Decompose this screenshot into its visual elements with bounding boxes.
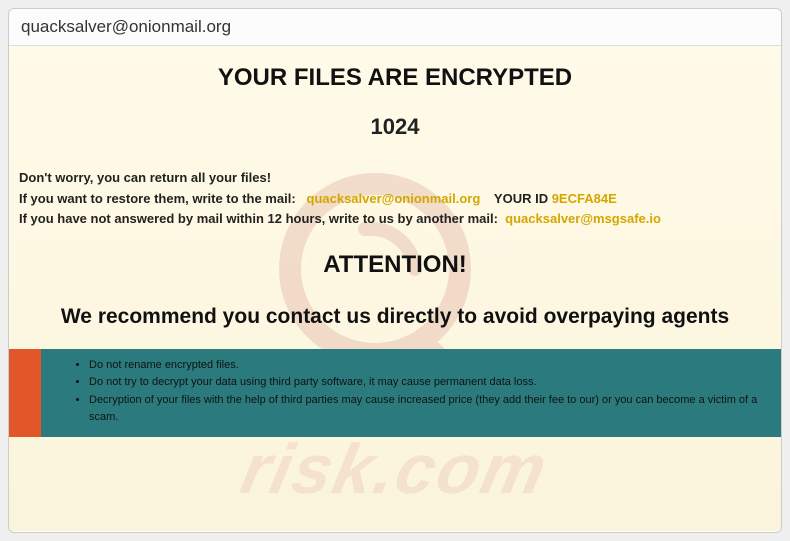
info-line-2: If you want to restore them, write to th… <box>19 189 771 209</box>
line3-prefix: If you have not answered by mail within … <box>19 211 498 226</box>
watermark-text: risk.com <box>235 429 556 509</box>
content-area: risk.com YOUR FILES ARE ENCRYPTED 1024 D… <box>9 46 781 531</box>
list-item: Do not try to decrypt your data using th… <box>89 374 761 392</box>
info-line-3: If you have not answered by mail within … <box>19 209 771 229</box>
notice-list: Do not rename encrypted files. Do not tr… <box>71 357 761 427</box>
info-line-1: Don't worry, you can return all your fil… <box>19 168 771 188</box>
your-id-label: YOUR ID <box>494 191 548 206</box>
application-window: quacksalver@onionmail.org risk.com YOUR … <box>8 8 782 533</box>
heading-attention: ATTENTION! <box>9 251 781 279</box>
primary-email: quacksalver@onionmail.org <box>307 191 481 206</box>
heading-number: 1024 <box>9 114 781 140</box>
heading-recommend: We recommend you contact us directly to … <box>9 305 781 329</box>
list-item: Do not rename encrypted files. <box>89 357 761 375</box>
notice-list-container: Do not rename encrypted files. Do not tr… <box>41 349 781 437</box>
notice-accent-bar <box>9 349 41 437</box>
inner-content: YOUR FILES ARE ENCRYPTED 1024 Don't worr… <box>9 64 781 437</box>
notice-block: Do not rename encrypted files. Do not tr… <box>9 349 781 437</box>
titlebar[interactable]: quacksalver@onionmail.org <box>9 9 781 46</box>
secondary-email: quacksalver@msgsafe.io <box>505 211 661 226</box>
list-item: Decryption of your files with the help o… <box>89 392 761 427</box>
info-block: Don't worry, you can return all your fil… <box>9 168 781 229</box>
window-title: quacksalver@onionmail.org <box>21 17 231 36</box>
heading-encrypted: YOUR FILES ARE ENCRYPTED <box>9 64 781 92</box>
your-id-value: 9ECFA84E <box>552 191 617 206</box>
line2-prefix: If you want to restore them, write to th… <box>19 191 296 206</box>
